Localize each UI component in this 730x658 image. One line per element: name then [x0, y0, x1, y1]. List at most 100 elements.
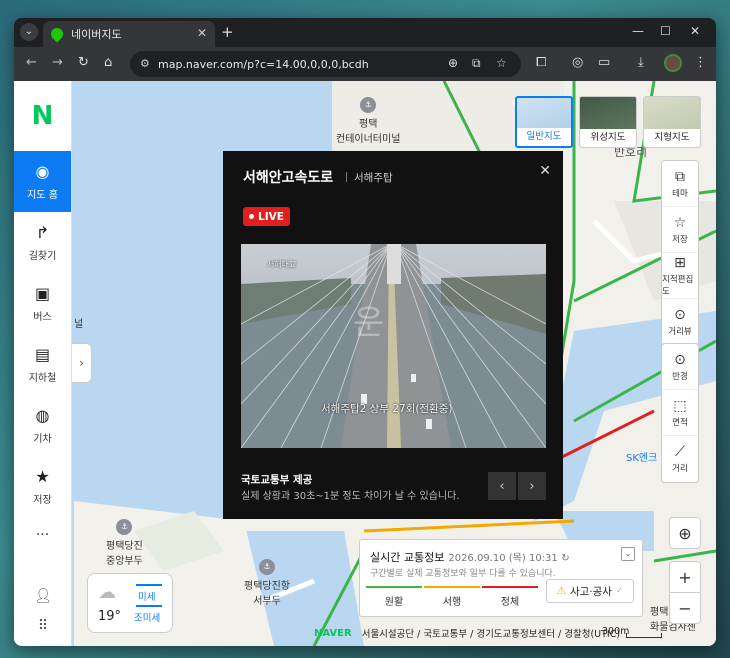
weather-widget[interactable]: ☁ 19° 미세 조미세 [87, 573, 173, 633]
sidebar-item-label: 저장 [33, 495, 52, 506]
download-icon[interactable]: ⤓ [638, 55, 644, 70]
port-icon: ⚓ [360, 97, 377, 113]
more-icon: ··· [35, 527, 50, 543]
map-label-partial: 널 [74, 319, 84, 330]
tool-theme[interactable]: ⧉ 테마 [662, 161, 698, 207]
cctv-subtitle: 서해주탑 [346, 170, 393, 185]
warning-icon: ⚠ [556, 585, 566, 597]
delay-notice: 실제 상황과 30초~1분 정도 차이가 날 수 있습니다. [241, 491, 460, 502]
traffic-timestamp: 2026.09.10 (목) 10:31 [448, 553, 558, 564]
refresh-icon[interactable]: ↻ [561, 553, 569, 564]
sidebar-item-saved[interactable]: ★ 저장 [14, 456, 71, 517]
close-tab-icon[interactable]: ✕ [197, 26, 207, 40]
naver-map-favicon-icon [48, 25, 66, 43]
map-label-sk[interactable]: SK엔크 [626, 449, 657, 464]
new-tab-icon[interactable]: + [221, 23, 234, 41]
streetview-icon: ⊙ [674, 307, 686, 323]
area-icon: ⬚ [673, 397, 687, 414]
measure-tools-panel: ⊙ 반경 ⬚ 면적 ⟋ 거리 [661, 343, 699, 483]
ruler-icon: ⟋ [675, 444, 685, 460]
pier-icon: ⚓ [259, 559, 275, 575]
tab-search-icon[interactable]: ⌄ [20, 23, 38, 41]
sidebar-item-train[interactable]: ◍ 기차 [14, 395, 71, 456]
tab-title: 네이버지도 [71, 28, 122, 41]
collapse-traffic-icon[interactable]: ⌄ [621, 547, 635, 561]
cloud-icon: ☁ [98, 582, 116, 603]
profile-avatar[interactable] [664, 54, 682, 72]
traffic-title: 실시간 교통정보 [370, 551, 445, 564]
map-tools-panel: ⧉ 테마 ☆ 저장 ⊞ 지적편집도 ⊙ 거리뷰 [661, 160, 699, 346]
sidebar-item-label: 버스 [33, 312, 52, 323]
tool-streetview[interactable]: ⊙ 거리뷰 [662, 299, 698, 345]
cctv-panel: 서해안고속도로 서해주탑 ✕ LIVE 운 서해대교 서해주탑2 상부 27회(… [223, 151, 563, 519]
crosshair-icon: ⊕ [678, 523, 692, 543]
star-icon: ☆ [673, 214, 687, 231]
map-type-normal[interactable]: 일반지도 [515, 96, 573, 148]
sidebar-item-directions[interactable]: ↱ 길찾기 [14, 212, 71, 273]
sidebar-item-label: 지도 홈 [27, 190, 58, 201]
map-type-terrain[interactable]: 지형지도 [643, 96, 701, 148]
panel-expand-button[interactable]: › [72, 343, 92, 383]
url-text: map.naver.com/p?c=14.00,0,0,0,bcdh [158, 57, 369, 71]
maximize-icon[interactable]: ☐ [660, 24, 671, 38]
data-credits: 서울시설공단 / 국토교통부 / 경기도교통정보센터 / 경찰청(UTIC) [361, 629, 621, 640]
extensions-icon[interactable]: ⧠ [536, 55, 546, 70]
map-label-dangjin-pier[interactable]: ⚓ 평택당진 중앙부두 [106, 519, 143, 567]
sidebar-item-label: 기차 [33, 434, 52, 445]
sidebar: N ◉ 지도 홈 ↱ 길찾기 ▣ 버스 ▤ 지하철 ◍ 기차 ★ 저장 ··· … [14, 81, 72, 646]
legend-swatch-red [482, 586, 538, 588]
scale-bar [626, 633, 662, 638]
minimize-icon[interactable]: — [632, 24, 644, 38]
provider-text: 국토교통부 제공 [241, 474, 313, 486]
chevron-right-icon: › [79, 356, 84, 370]
bridge-video-frame: 운 [241, 244, 546, 448]
sidebar-item-map-home[interactable]: ◉ 지도 홈 [14, 151, 71, 212]
close-icon[interactable]: ✕ [539, 163, 551, 179]
browser-menu-icon[interactable]: ⋮ [694, 55, 707, 70]
sidebar-item-bus[interactable]: ▣ 버스 [14, 273, 71, 334]
cctv-video[interactable]: 운 서해대교 서해주탑2 상부 27회(전환중) [241, 244, 546, 448]
tool-saved[interactable]: ☆ 저장 [662, 207, 698, 253]
map-label-west-pier[interactable]: ⚓ 평택당진항 서부두 [244, 559, 290, 607]
tool-cadastral[interactable]: ⊞ 지적편집도 [662, 253, 698, 299]
screenshot-icon[interactable]: ◎ [572, 55, 583, 70]
tool-area[interactable]: ⬚ 면적 [662, 390, 698, 436]
zoom-out-button[interactable]: − [669, 592, 701, 624]
sidebar-item-more[interactable]: ··· [14, 517, 71, 553]
map-scale: 300m [602, 626, 662, 638]
install-app-icon[interactable]: ⧉ [472, 56, 481, 71]
map-type-satellite[interactable]: 위성지도 [579, 96, 637, 148]
bookmark-star-icon[interactable]: ☆ [496, 56, 507, 70]
tool-distance[interactable]: ⟋ 거리 [662, 436, 698, 482]
zoom-icon[interactable]: ⊕ [448, 56, 458, 70]
naver-logo[interactable]: N [14, 81, 71, 151]
sidebar-item-label: 지하철 [28, 373, 57, 384]
legend-slow: 서행 [424, 586, 480, 608]
zoom-in-button[interactable]: + [669, 561, 701, 593]
my-location-button[interactable]: ⊕ [669, 517, 701, 549]
accident-toggle[interactable]: ⚠ 사고·공사 ✓ [546, 579, 634, 603]
cctv-title: 서해안고속도로 [243, 170, 334, 186]
site-info-icon[interactable]: ⚙ [140, 57, 150, 70]
close-window-icon[interactable]: ✕ [690, 24, 700, 38]
prev-camera-button[interactable]: ‹ [488, 472, 516, 500]
check-icon: ✓ [615, 586, 624, 596]
sidebar-item-subway[interactable]: ▤ 지하철 [14, 334, 71, 395]
browser-tab[interactable]: 네이버지도 ✕ [43, 21, 215, 47]
split-view-icon[interactable]: ▭ [598, 55, 610, 70]
map-label-port-terminal[interactable]: ⚓ 평택 컨테이너터미널 [336, 97, 400, 145]
back-icon[interactable]: ← [26, 55, 37, 70]
tool-radius[interactable]: ⊙ 반경 [662, 344, 698, 390]
address-bar[interactable]: ⚙ map.naver.com/p?c=14.00,0,0,0,bcdh ⊕ ⧉… [130, 51, 521, 77]
map-viewport[interactable]: ⚓ 평택 컨테이너터미널 반호리 SK엔크 ⚓ 평택당진 중앙부두 ⚓ 평택당진… [14, 81, 716, 646]
train-icon: ◍ [35, 406, 50, 425]
legend-swatch-green [366, 586, 422, 588]
reload-icon[interactable]: ↻ [78, 55, 89, 70]
user-icon[interactable]: 👤︎ [14, 588, 72, 604]
minus-icon: − [678, 598, 692, 618]
forward-icon[interactable]: → [52, 55, 63, 70]
apps-grid-icon[interactable]: ⠿ [14, 618, 72, 634]
next-camera-button[interactable]: › [518, 472, 546, 500]
live-badge: LIVE [243, 207, 290, 226]
home-icon[interactable]: ⌂ [104, 55, 112, 70]
